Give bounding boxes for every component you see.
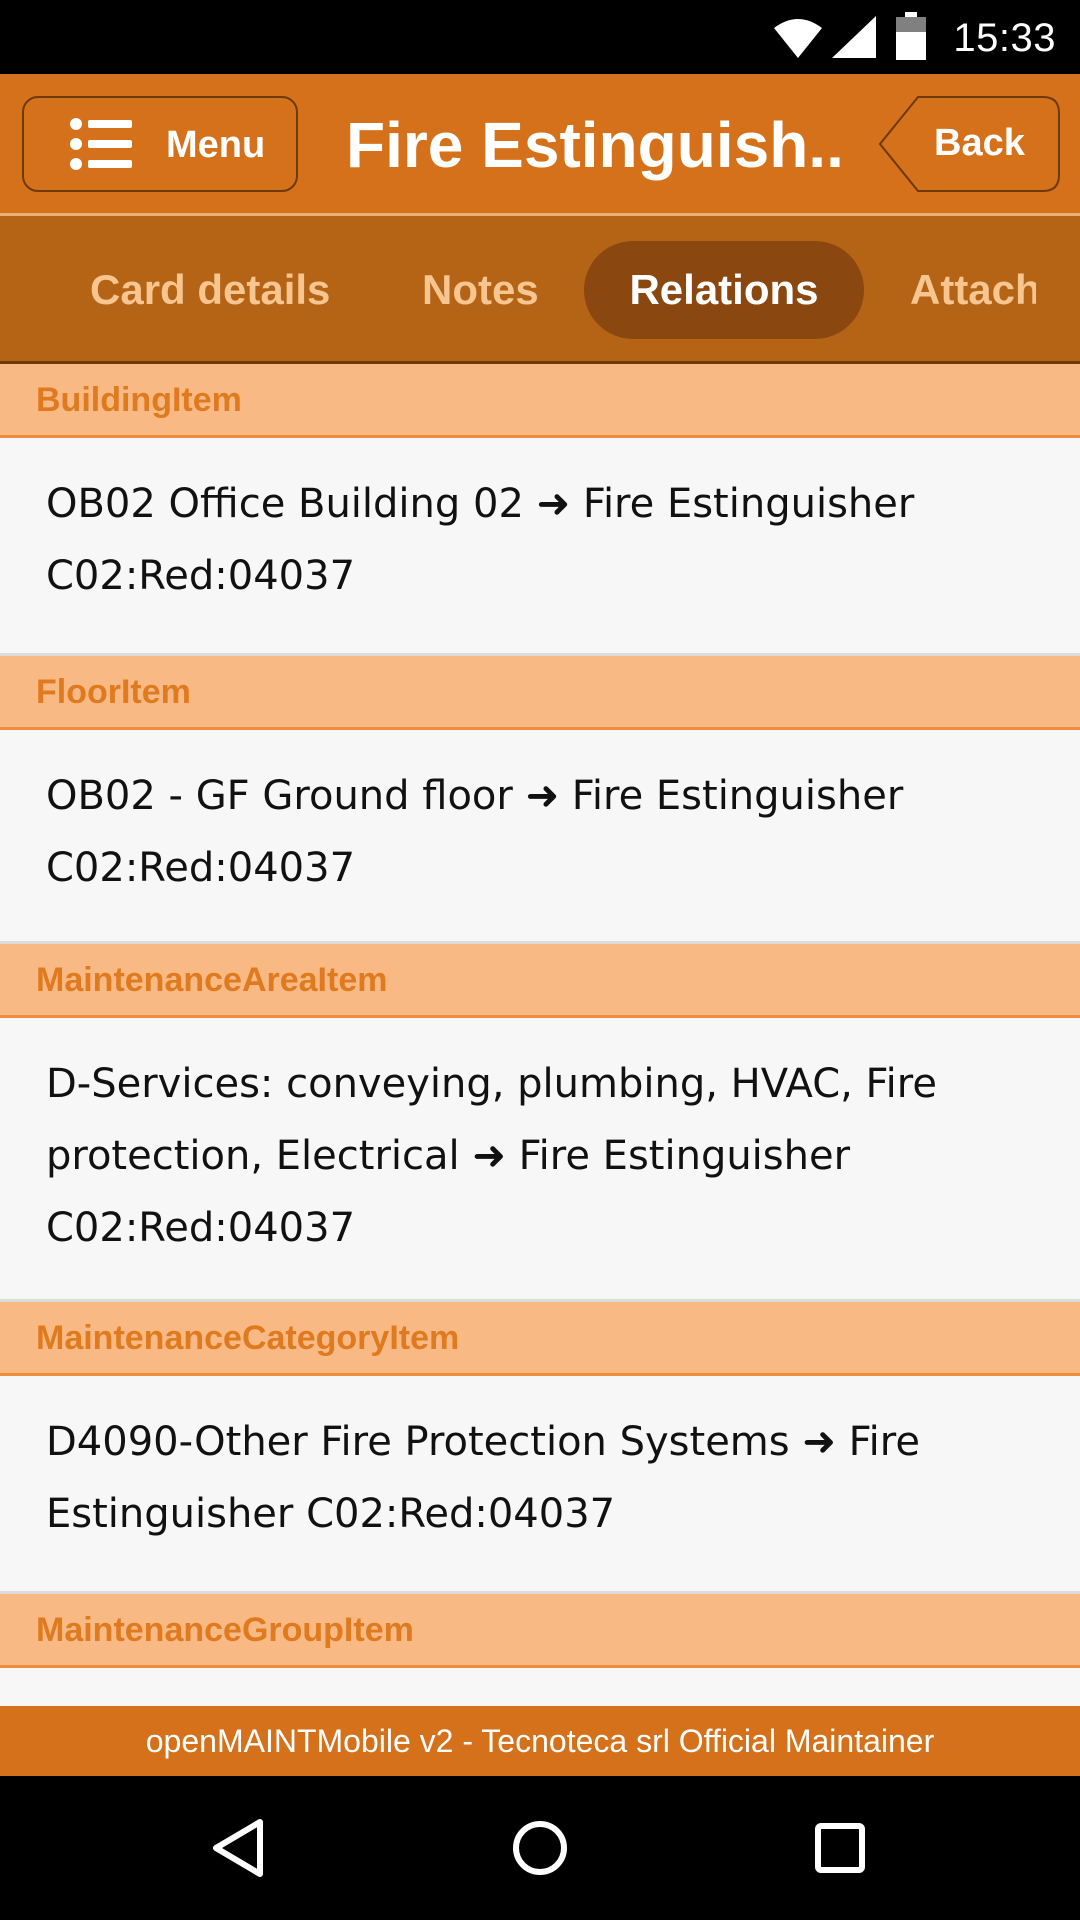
footer: openMAINTMobile v2 - Tecnoteca srl Offic… [0,1706,1080,1776]
section-header-label: MaintenanceAreaItem [36,961,388,999]
relation-text: OB02 Office Building 02 ➜ Fire Estinguis… [46,468,1046,612]
section-header: MaintenanceGroupItem [0,1594,1080,1668]
section-header: MaintenanceCategoryItem [0,1302,1080,1376]
relation-item[interactable]: D-Services: conveying, plumbing, HVAC, F… [0,1018,1080,1302]
system-nav-bar [0,1776,1080,1920]
tab-notes[interactable]: Notes [422,241,539,339]
home-circle-icon[interactable] [508,1816,572,1880]
tab-bar: Card details Notes Relations Attach [0,216,1080,364]
status-bar: 15:33 [0,0,1080,74]
arrow-right-icon: ➜ [802,1419,836,1465]
recents-square-icon[interactable] [808,1816,872,1880]
menu-button-label: Menu [166,124,266,166]
arrow-right-icon: ➜ [525,773,560,819]
app-header: Menu Fire Estinguish... Back [0,74,1080,216]
cell-signal-icon [832,16,876,58]
arrow-right-icon: ➜ [536,481,571,527]
section-header-label: BuildingItem [36,381,242,419]
back-button-label: Back [934,122,1025,164]
tab-scroll-edge [1036,216,1080,361]
relation-source: D4090-Other Fire Protection Systems [46,1419,790,1465]
relation-source: OB02 - GF Ground floor [46,773,513,819]
tab-card-details[interactable]: Card details [90,241,330,339]
menu-list-icon [70,118,132,170]
relation-item[interactable]: D4090-Other Fire Protection Systems ➜ Fi… [0,1376,1080,1594]
relation-source: OB02 Office Building 02 [46,481,524,527]
clock: 15:33 [953,16,1056,60]
section-header: FloorItem [0,656,1080,730]
tab-relations[interactable]: Relations [584,241,864,339]
wifi-icon [774,19,822,58]
relations-list[interactable]: BuildingItem OB02 Office Building 02 ➜ F… [0,364,1080,1706]
menu-button[interactable]: Menu [22,96,298,192]
back-button[interactable]: Back [878,96,1060,192]
page-title: Fire Estinguish... [346,109,846,181]
section-header-label: MaintenanceGroupItem [36,1611,414,1649]
relation-text: OB02 - GF Ground floor ➜ Fire Estinguish… [46,760,1046,904]
section-header: MaintenanceAreaItem [0,944,1080,1018]
arrow-right-icon: ➜ [472,1133,506,1179]
relation-item[interactable]: OB02 - GF Ground floor ➜ Fire Estinguish… [0,730,1080,944]
relation-text: D4090-Other Fire Protection Systems ➜ Fi… [46,1406,1046,1550]
relation-item[interactable]: OB02 Office Building 02 ➜ Fire Estinguis… [0,438,1080,656]
battery-icon [896,12,926,60]
tab-attachments[interactable]: Attach [910,241,1041,339]
relation-item[interactable] [0,1668,1080,1706]
section-header-label: FloorItem [36,673,191,711]
relation-text: D-Services: conveying, plumbing, HVAC, F… [46,1048,1046,1264]
section-header: BuildingItem [0,364,1080,438]
section-header-label: MaintenanceCategoryItem [36,1319,460,1357]
back-triangle-icon[interactable] [208,1816,272,1880]
